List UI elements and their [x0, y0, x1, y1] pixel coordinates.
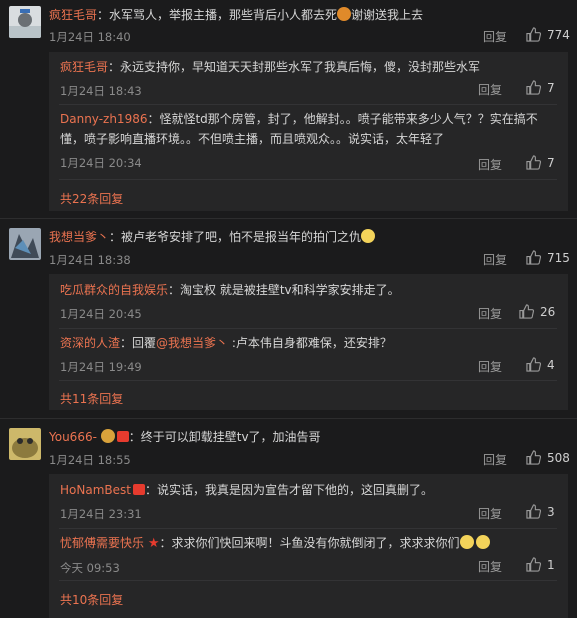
reply-button[interactable]: 回复 [478, 505, 502, 522]
thumbs-up-icon [526, 155, 541, 170]
like-button[interactable]: 774 [526, 27, 570, 42]
view-more-replies-link[interactable]: 共22条回复 [60, 190, 123, 207]
like-count: 1 [547, 557, 555, 572]
replies-box: 疯狂毛哥：永远支持你，早知道天天封那些水军了我真后悔，傻，没封那些水军 1月24… [49, 52, 568, 211]
burger-emoji-icon [337, 7, 352, 21]
crying-emoji-icon [475, 535, 490, 549]
reply-text: :卢本伟自身都难保，还安排？ [228, 336, 392, 350]
reply-username[interactable]: HoNamBest [60, 483, 131, 497]
avatar-image [9, 6, 41, 38]
thumbs-up-icon [526, 357, 541, 372]
reply-username[interactable]: 疯狂毛哥 [60, 60, 108, 74]
like-count: 715 [547, 250, 570, 265]
like-count: 508 [547, 450, 570, 465]
crying-emoji-icon [459, 535, 474, 549]
like-count: 4 [547, 357, 555, 372]
reply-text: ：求求你们快回来啊！斗鱼没有你就倒闭了，求求求你们 [159, 536, 460, 550]
divider [0, 218, 577, 219]
divider [59, 528, 557, 529]
comment-line: You666- ：终于可以卸载挂壁tv了，加油告哥 [49, 429, 321, 445]
reply-text: ：永远支持你，早知道天天封那些水军了我真后悔，傻，没封那些水军 [108, 60, 481, 74]
thumbs-up-icon [519, 304, 534, 319]
divider [59, 104, 557, 105]
like-count: 26 [540, 304, 556, 319]
avatar[interactable] [9, 6, 41, 38]
reply-text: ：怪就怪td那个房管，封了，他解封。。喷子能带来多少人气？？实在搞不 [147, 112, 538, 126]
like-button[interactable]: 715 [526, 250, 570, 265]
like-button[interactable]: 1 [526, 557, 555, 572]
red-badge-icon [132, 484, 145, 495]
star-badge-icon: ★ [147, 536, 160, 551]
comment-3: You666- ：终于可以卸载挂壁tv了，加油告哥 1月24日 18:55 回复… [0, 422, 577, 618]
reply-text: ：说实话，我真是因为宣告才留下他的，这回真删了。 [144, 483, 433, 497]
divider [59, 328, 557, 329]
reply-button[interactable]: 回复 [478, 156, 502, 173]
reply-text: ：淘宝权 就是被挂壁tv和科学家安排走了。 [168, 283, 400, 297]
comment-date: 1月24日 18:38 [49, 253, 131, 267]
thumbs-up-icon [526, 80, 541, 95]
like-button[interactable]: 26 [519, 304, 555, 319]
like-count: 3 [547, 504, 555, 519]
comment-1: 疯狂毛哥：水军骂人，举报主播，那些背后小人都去死 谢谢送我上去 1月24日 18:… [0, 0, 577, 211]
divider [59, 179, 557, 180]
comment-line: 疯狂毛哥：水军骂人，举报主播，那些背后小人都去死 谢谢送我上去 [49, 7, 423, 23]
view-more-replies-link[interactable]: 共11条回复 [60, 390, 123, 407]
like-count: 7 [547, 155, 555, 170]
thumbs-up-icon [526, 27, 541, 42]
divider [59, 580, 557, 581]
mention-link[interactable]: @我想当爹丶 [156, 336, 228, 350]
like-button[interactable]: 508 [526, 450, 570, 465]
reply-button[interactable]: 回复 [478, 558, 502, 575]
comment-date: 1月24日 18:40 [49, 30, 131, 44]
reply-button[interactable]: 回复 [483, 451, 507, 468]
username[interactable]: 我想当爹丶 [49, 230, 109, 244]
divider [0, 418, 577, 419]
reply-username[interactable]: 吃瓜群众的自我娱乐 [60, 283, 168, 297]
like-count: 7 [547, 80, 555, 95]
like-button[interactable]: 3 [526, 504, 555, 519]
view-more-replies-link[interactable]: 共10条回复 [60, 591, 123, 608]
avatar-image [9, 228, 41, 260]
reply-button[interactable]: 回复 [478, 305, 502, 322]
reply-username[interactable]: Danny-zh1986 [60, 112, 147, 126]
reply-button[interactable]: 回复 [483, 28, 507, 45]
reply-button[interactable]: 回复 [478, 81, 502, 98]
laughing-emoji-icon [361, 229, 376, 243]
comment-line: 我想当爹丶：被卢老爷安排了吧，怕不是报当年的拍门之仇 [49, 229, 376, 245]
reply-username[interactable]: 忧郁傅需要快乐 [60, 536, 144, 550]
avatar[interactable] [9, 428, 41, 460]
thumbs-up-icon [526, 250, 541, 265]
reply-button[interactable]: 回复 [483, 251, 507, 268]
reply-username[interactable]: 资深的人渣 [60, 336, 120, 350]
reply-text-line2: 懂，喷子影响直播环境。。不但喷主播，而且喷观众。。说实话，太年轻了 [60, 132, 445, 146]
username[interactable]: You666- [49, 430, 97, 444]
red-badge-icon [116, 431, 129, 442]
comment-text: ：水军骂人，举报主播，那些背后小人都去死 [97, 8, 338, 22]
replies-box: 吃瓜群众的自我娱乐：淘宝权 就是被挂壁tv和科学家安排走了。 1月24日 20:… [49, 274, 568, 410]
reply-text-prefix: ：回覆 [120, 336, 157, 350]
divider [59, 380, 557, 381]
like-button[interactable]: 4 [526, 357, 555, 372]
like-count: 774 [547, 27, 570, 42]
comment-text: ：终于可以卸载挂壁tv了，加油告哥 [128, 430, 321, 444]
replies-box: HoNamBest ：说实话，我真是因为宣告才留下他的，这回真删了。 1月24日 … [49, 474, 568, 618]
avatar[interactable] [9, 228, 41, 260]
avatar-image [9, 428, 41, 460]
comment-2: 我想当爹丶：被卢老爷安排了吧，怕不是报当年的拍门之仇 1月24日 18:38 回… [0, 222, 577, 418]
thumbs-up-icon [526, 450, 541, 465]
like-button[interactable]: 7 [526, 80, 555, 95]
reply-button[interactable]: 回复 [478, 358, 502, 375]
comment-date: 1月24日 18:55 [49, 453, 131, 467]
thumbs-up-icon [526, 504, 541, 519]
comment-text-tail: 谢谢送我上去 [351, 8, 424, 22]
like-button[interactable]: 7 [526, 155, 555, 170]
username[interactable]: 疯狂毛哥 [49, 8, 97, 22]
monkey-badge-icon [100, 429, 115, 443]
thumbs-up-icon [526, 557, 541, 572]
comment-text: ：被卢老爷安排了吧，怕不是报当年的拍门之仇 [109, 230, 362, 244]
